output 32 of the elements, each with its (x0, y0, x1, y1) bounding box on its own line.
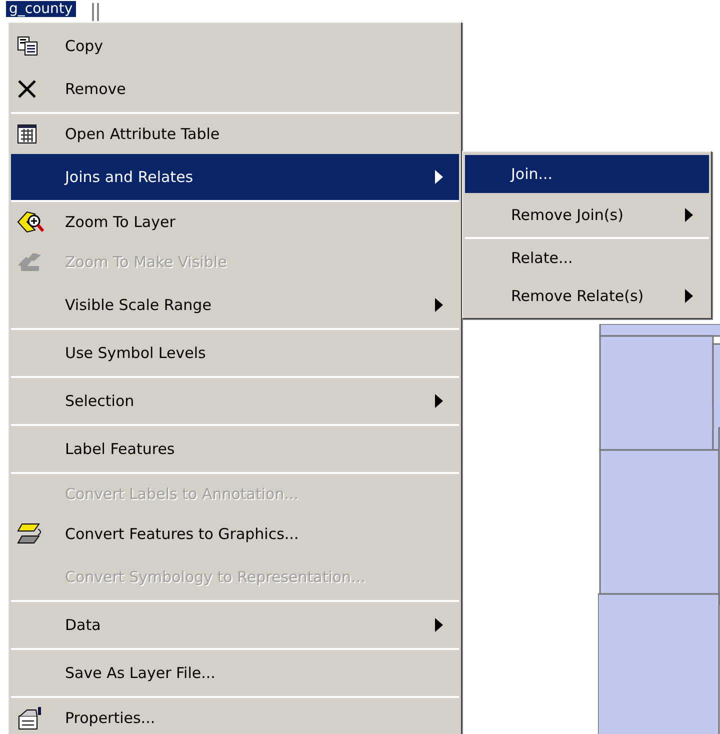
submenu-arrow-icon (685, 208, 693, 222)
menu-item[interactable]: Use Symbol Levels (11, 330, 459, 378)
layers-icon (17, 251, 43, 273)
table-icon (17, 124, 37, 144)
menu-item[interactable]: Convert Features to Graphics... (11, 514, 459, 554)
submenu-arrow-icon (435, 394, 443, 408)
menu-item[interactable]: Relate... (465, 239, 709, 277)
zoom-layer-icon (17, 210, 45, 234)
menu-item[interactable]: Save As Layer File... (11, 650, 459, 698)
menu-item[interactable]: Zoom To Layer (11, 202, 459, 242)
grip-icon (92, 3, 100, 21)
menu-item[interactable]: Selection (11, 378, 459, 426)
menu-item[interactable]: Properties... (11, 698, 459, 734)
layer-name[interactable]: g_county (6, 1, 76, 17)
menu-item[interactable]: Copy (11, 26, 459, 66)
properties-icon (17, 706, 43, 730)
convert-icon (17, 522, 43, 546)
submenu-arrow-icon (435, 170, 443, 184)
submenu-arrow-icon (685, 289, 693, 303)
menu-item[interactable]: Open Attribute Table (11, 114, 459, 154)
menu-item[interactable]: Remove (11, 66, 459, 114)
close-icon (17, 80, 37, 98)
submenu-arrow-icon (435, 298, 443, 312)
submenu-arrow-icon (435, 618, 443, 632)
menu-item[interactable]: Remove Relate(s) (465, 277, 709, 315)
menu-item[interactable]: Visible Scale Range (11, 282, 459, 330)
menu-item[interactable]: Label Features (11, 426, 459, 474)
menu-item[interactable]: Joins and Relates (11, 154, 459, 202)
menu-item[interactable]: Join... (465, 155, 709, 193)
copy-icon (17, 36, 39, 56)
menu-item[interactable]: Remove Join(s) (465, 193, 709, 239)
menu-item[interactable]: Data (11, 602, 459, 650)
